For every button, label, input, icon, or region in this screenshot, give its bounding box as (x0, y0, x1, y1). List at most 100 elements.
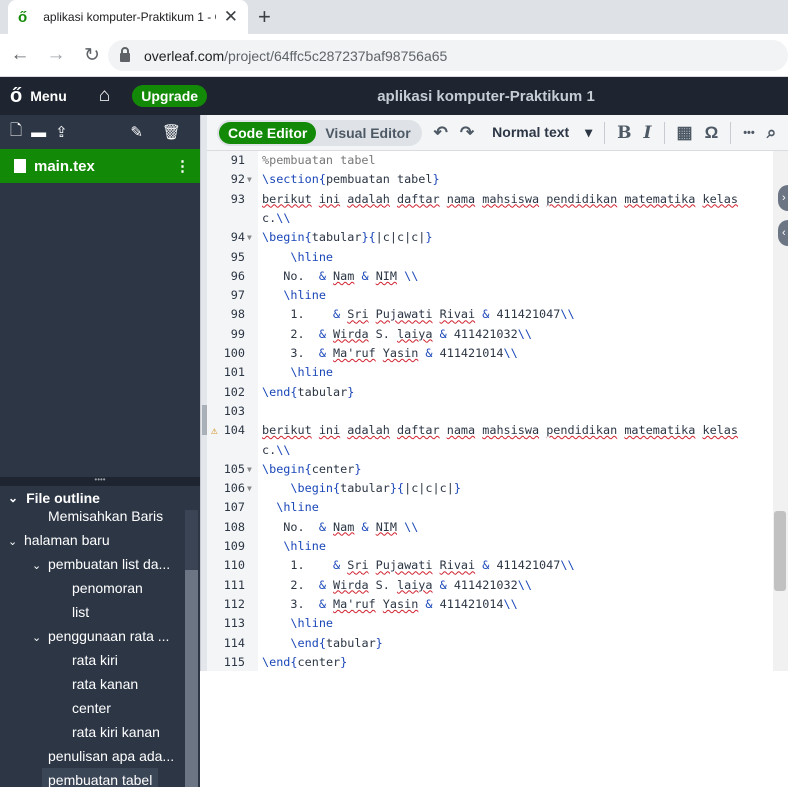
new-file-icon[interactable]: 🗋 (10, 120, 22, 145)
upload-icon[interactable]: ⇪ (55, 123, 68, 141)
delete-trash-icon[interactable]: 🗑 (162, 123, 181, 141)
outline-item[interactable]: list (72, 600, 89, 624)
code-line[interactable]: 97 \hline (207, 286, 773, 305)
file-menu-kebab-icon[interactable]: ⋮ (175, 157, 190, 175)
sync-to-code-button[interactable]: ‹ (778, 220, 788, 246)
line-number: 95 (230, 249, 245, 264)
code-text: 3. & Ma'ruf Yasin & 411421014\\ (262, 346, 518, 360)
outline-item[interactable]: rata kanan (72, 672, 138, 696)
outline-item[interactable]: penulisan apa ada... (48, 744, 174, 768)
visual-editor-button[interactable]: Visual Editor (316, 122, 419, 144)
panel-splitter[interactable] (200, 115, 207, 671)
file-tree-area (0, 183, 200, 477)
search-icon[interactable]: ⌕ (767, 123, 777, 143)
sync-to-pdf-button[interactable]: › (778, 185, 788, 211)
code-line[interactable]: 112 3. & Ma'ruf Yasin & 411421014\\ (207, 595, 773, 614)
file-tree-item-main-tex[interactable]: main.tex ⋮ (0, 149, 200, 183)
chevron-down-icon[interactable]: ⌄ (32, 626, 48, 650)
project-title[interactable]: aplikasi komputer-Praktikum 1 (300, 88, 672, 105)
code-line[interactable]: 108 No. & Nam & NIM \\ (207, 518, 773, 537)
italic-button[interactable]: I (644, 123, 652, 143)
home-icon[interactable]: ⌂ (99, 85, 110, 107)
code-line[interactable]: 93 berikut ini adalah daftar nama mahsisw… (207, 190, 773, 209)
code-line[interactable]: 115 \end{center} (207, 653, 773, 671)
line-number: 92 (230, 172, 245, 187)
table-icon[interactable]: ▦ (677, 123, 693, 143)
code-line[interactable]: c.\\ (207, 441, 773, 460)
fold-chevron-icon[interactable]: ▼ (247, 460, 252, 479)
back-arrow-icon[interactable]: ← (4, 44, 36, 66)
code-line[interactable]: 98 1. & Sri Pujawati Rivai & 411421047\\ (207, 305, 773, 324)
code-line[interactable]: 107 \hline (207, 498, 773, 517)
url-field[interactable]: overleaf.com/project/64ffc5c287237baf987… (108, 40, 788, 71)
file-icon (14, 159, 26, 173)
undo-icon[interactable]: ↶ (434, 123, 448, 143)
chevron-down-icon[interactable]: ⌄ (8, 530, 24, 554)
code-line[interactable]: 92 ▼ \section{pembuatan tabel} (207, 170, 773, 189)
browser-tab[interactable]: ő aplikasi komputer-Praktikum 1 - Online… (8, 0, 248, 34)
outline-item[interactable]: ⌄ penggunaan rata ... (32, 624, 169, 648)
code-line[interactable]: 94 ▼ \begin{tabular}{|c|c|c|} (207, 228, 773, 247)
code-line[interactable]: 111 2. & Wirda S. laiya & 411421032\\ (207, 576, 773, 595)
fold-chevron-icon[interactable]: ▼ (247, 228, 252, 247)
symbol-button[interactable]: Ω (705, 123, 719, 143)
lock-icon[interactable] (120, 47, 130, 62)
outline-item[interactable]: rata kiri kanan (72, 720, 160, 744)
outline-item[interactable]: center (72, 696, 111, 720)
code-text: \hline (283, 288, 326, 303)
code-line[interactable]: 110 1. & Sri Pujawati Rivai & 411421047\… (207, 556, 773, 575)
code-line[interactable]: 103 (207, 402, 773, 421)
code-line[interactable]: 114 \end{tabular} (207, 634, 773, 653)
forward-arrow-icon[interactable]: → (40, 44, 72, 66)
code-line[interactable]: 106 ▼ \begin{tabular}{|c|c|c|} (207, 479, 773, 498)
code-line[interactable]: 95 \hline (207, 248, 773, 267)
code-text: 2. & Wirda S. laiya & 411421032\\ (262, 577, 532, 592)
code-line[interactable]: 105 ▼ \begin{center} (207, 460, 773, 479)
toolbar-separator (663, 121, 665, 144)
code-line[interactable]: 91 %pembuatan tabel (207, 151, 773, 170)
editor-scrollbar-thumb[interactable] (774, 511, 786, 591)
outline-item[interactable]: rata kiri (72, 648, 118, 672)
code-line[interactable]: c.\\ (207, 209, 773, 228)
code-editor-button[interactable]: Code Editor (219, 121, 317, 144)
outline-item-selected[interactable]: pembuatan tabel (42, 768, 159, 787)
outline-resize-handle[interactable]: •••• (0, 476, 200, 486)
code-line[interactable]: 101 \hline (207, 363, 773, 382)
browser-tab-strip: ő aplikasi komputer-Praktikum 1 - Online… (0, 0, 788, 34)
line-number: 109 (223, 539, 245, 553)
fold-chevron-icon[interactable]: ▼ (247, 479, 252, 498)
new-folder-icon[interactable]: ▬ (31, 124, 46, 141)
chevron-down-icon[interactable]: ⌄ (32, 554, 48, 578)
rename-pencil-icon[interactable]: ✎ (130, 123, 143, 141)
outline-item[interactable]: ⌄ pembuatan list da... (32, 552, 170, 576)
line-number: 100 (223, 346, 245, 360)
code-line[interactable]: 102 \end{tabular} (207, 383, 773, 402)
bold-button[interactable]: B (617, 123, 631, 143)
code-line[interactable]: 100 3. & Ma'ruf Yasin & 411421014\\ (207, 344, 773, 363)
warning-icon[interactable]: ⚠ (211, 421, 218, 440)
text-style-dropdown[interactable]: Normal text ▾ (492, 124, 592, 141)
close-tab-icon[interactable]: ✕ (224, 7, 238, 27)
code-text: \end{tabular} (262, 384, 355, 399)
code-line[interactable]: 109 \hline (207, 537, 773, 556)
reload-icon[interactable]: ↻ (76, 44, 108, 67)
code-line[interactable]: 96 No. & Nam & NIM \\ (207, 267, 773, 286)
upgrade-button[interactable]: Upgrade (132, 85, 208, 107)
outline-item[interactable]: Memisahkan Baris (48, 510, 163, 528)
new-tab-icon[interactable]: + (258, 4, 271, 30)
outline-scrollbar[interactable] (185, 510, 198, 787)
code-line[interactable]: 104 ⚠ berikut ini adalah daftar nama mahsi… (207, 421, 773, 440)
outline-item[interactable]: penomoran (72, 576, 143, 600)
outline-scrollbar-thumb[interactable] (185, 570, 198, 787)
code-line[interactable]: 99 2. & Wirda S. laiya & 411421032\\ (207, 325, 773, 344)
redo-icon[interactable]: ↷ (460, 123, 474, 143)
fold-chevron-icon[interactable]: ▼ (247, 170, 252, 189)
code-text: \hline (290, 365, 334, 380)
outline-item[interactable]: ⌄ halaman baru (8, 528, 110, 552)
code-editor[interactable]: 91 %pembuatan tabel 92 ▼ \section{pembuatan … (207, 151, 773, 671)
file-outline-header[interactable]: ⌄ File outline (0, 486, 200, 510)
code-line[interactable]: 113 \hline (207, 614, 773, 633)
more-button[interactable]: ••• (743, 127, 755, 139)
menu-button[interactable]: ő Menu (10, 85, 67, 108)
code-text: berikut ini adalah daftar nama mahsiswa … (262, 191, 738, 206)
